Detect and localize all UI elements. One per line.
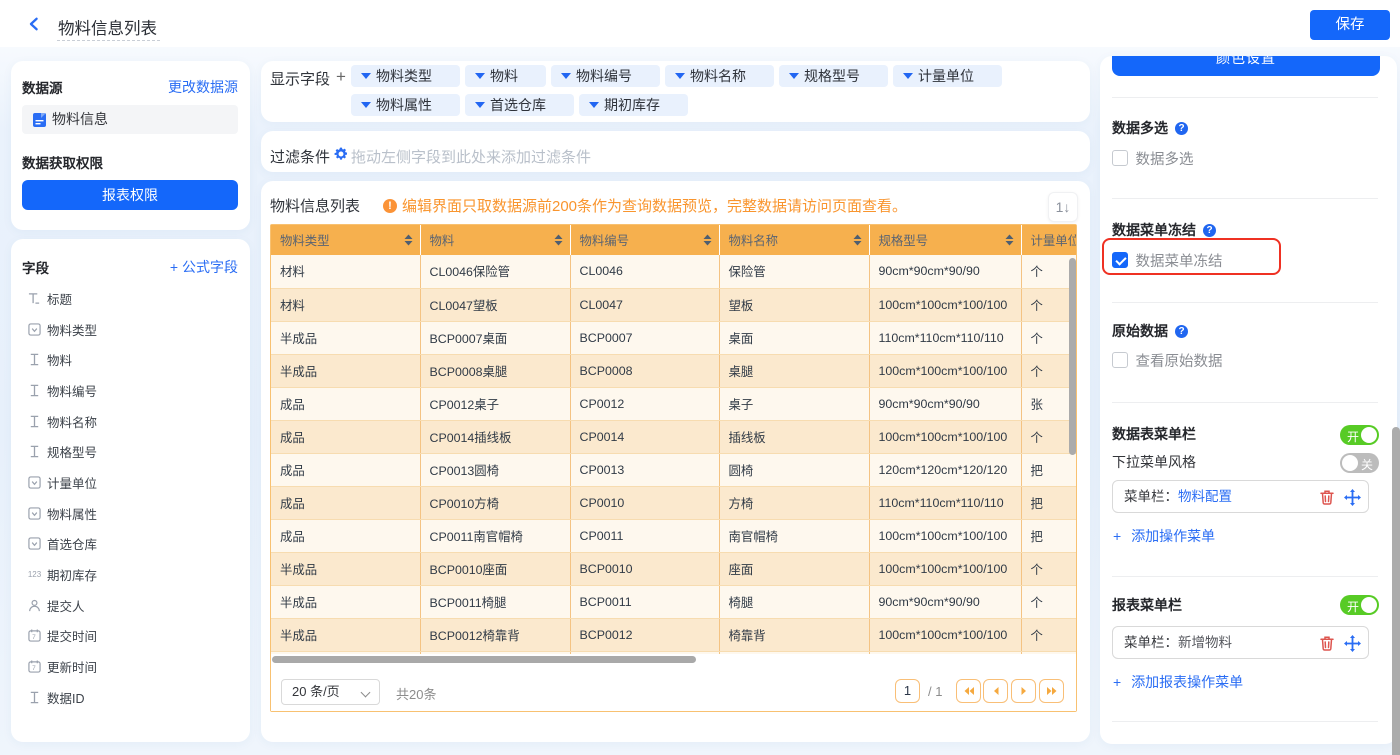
svg-text:7: 7 — [32, 635, 36, 642]
svg-text:7: 7 — [32, 665, 36, 672]
